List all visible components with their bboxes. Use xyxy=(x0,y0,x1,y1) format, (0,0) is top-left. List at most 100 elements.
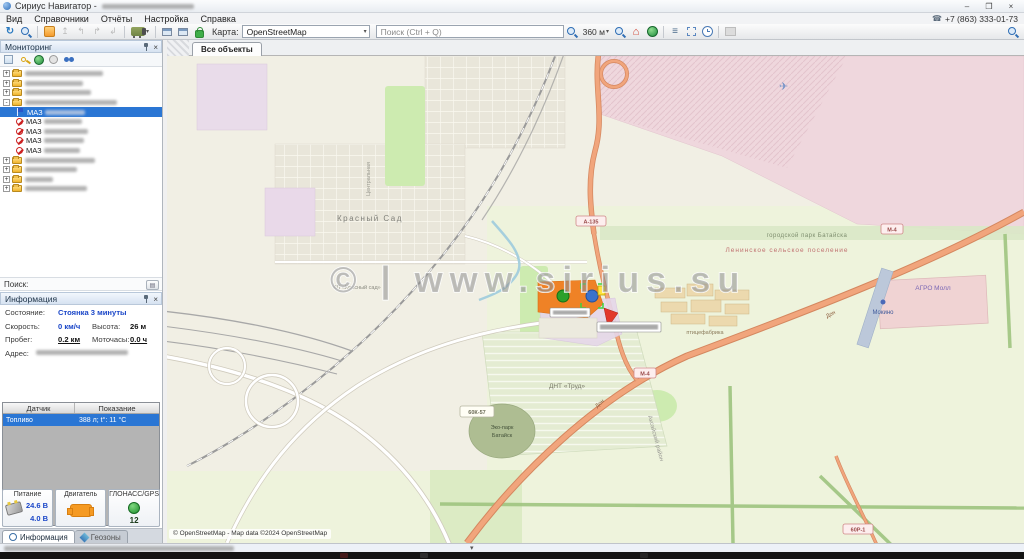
map-provider-select[interactable]: OpenStreetMap ▾ xyxy=(242,25,370,38)
tree-folder[interactable]: + xyxy=(0,155,162,165)
tree-folder[interactable]: + xyxy=(0,184,162,194)
search-options-icon[interactable]: ▤ xyxy=(146,280,159,290)
globe-icon[interactable] xyxy=(645,25,659,39)
close-panel-icon[interactable]: × xyxy=(153,43,158,52)
refresh-icon[interactable]: ↻ xyxy=(3,25,17,39)
search-object-icon[interactable] xyxy=(19,25,33,39)
tree-folder-expanded[interactable]: - xyxy=(0,98,162,108)
status-dropdown-icon[interactable]: ▾ xyxy=(470,544,474,552)
home-icon[interactable]: ⌂ xyxy=(629,25,643,39)
tree-vehicle-selected[interactable]: МАЗ xyxy=(0,107,162,117)
tree-vehicle[interactable]: МАЗ xyxy=(0,146,162,156)
scale-value: 360 м xyxy=(583,27,605,37)
pin-icon[interactable] xyxy=(143,43,149,52)
power-voltage-main: 24.6 В xyxy=(26,501,48,510)
address-value-blurred xyxy=(36,350,128,355)
menu-directories[interactable]: Справочники xyxy=(28,14,95,24)
binoculars-icon[interactable] xyxy=(63,54,74,65)
disabled-panel-icon xyxy=(723,25,737,39)
show-on-map-icon[interactable] xyxy=(33,54,44,65)
vehicle-menu-icon[interactable]: ▾ xyxy=(129,25,151,39)
close-panel-icon[interactable]: × xyxy=(153,295,158,304)
sensor-value: 388 л; t°: 11 °C xyxy=(75,417,159,424)
svg-text:городской парк Батайска: городской парк Батайска xyxy=(767,232,848,239)
app-icon xyxy=(3,2,11,10)
fullscreen-icon[interactable] xyxy=(684,25,698,39)
status-icon[interactable] xyxy=(48,54,59,65)
svg-text:А-135: А-135 xyxy=(584,220,599,226)
gps-label: ГЛОНАСС/GPS xyxy=(109,491,159,498)
tab-information[interactable]: Информация xyxy=(2,530,75,543)
gps-gauge: ГЛОНАСС/GPS 12 xyxy=(108,489,160,527)
geozone-icon xyxy=(79,532,89,542)
tree-folder[interactable]: + xyxy=(0,79,162,89)
mileage-value[interactable]: 0.2 км xyxy=(58,335,80,344)
sensor-name: Топливо xyxy=(3,417,75,424)
value-col-header[interactable]: Показание xyxy=(75,403,159,413)
tab-geozones[interactable]: Геозоны xyxy=(75,530,128,543)
monitoring-toolbar xyxy=(0,53,162,67)
tree-folder[interactable]: + xyxy=(0,88,162,98)
scale-select[interactable]: 360 м ▾ xyxy=(580,27,612,37)
geozone-tool-icon[interactable] xyxy=(42,25,56,39)
tree-vehicle[interactable]: МАЗ xyxy=(0,117,162,127)
state-label: Состояние: xyxy=(5,308,45,317)
zoom-out-icon[interactable] xyxy=(613,25,627,39)
vehicle-label: МАЗ xyxy=(26,136,42,145)
svg-text:АГРО Молл: АГРО Молл xyxy=(915,285,951,292)
tree-vehicle[interactable]: МАЗ xyxy=(0,136,162,146)
sensor-table-header: Датчик Показание xyxy=(3,403,159,414)
svg-text:Батайск: Батайск xyxy=(492,432,513,439)
mileage-label: Пробег: xyxy=(5,335,32,344)
battery-icon xyxy=(5,501,23,516)
tree-folder[interactable]: + xyxy=(0,175,162,185)
maximize-button[interactable]: ❒ xyxy=(978,0,1000,12)
vehicle-label: МАЗ xyxy=(26,146,42,155)
zoom-in-icon[interactable] xyxy=(565,25,579,39)
power-label: Питание xyxy=(3,491,52,498)
key-icon[interactable] xyxy=(18,54,29,65)
svg-text:Центральная: Центральная xyxy=(366,162,372,196)
menu-bar: Вид Справочники Отчёты Настройка Справка… xyxy=(0,13,1024,24)
taskbar-icon xyxy=(340,553,348,558)
search-input[interactable] xyxy=(376,25,564,38)
tree-folder[interactable]: + xyxy=(0,69,162,79)
history-clock-icon[interactable] xyxy=(700,25,714,39)
main-toolbar: ↻ ↥ ↰ ↱ ↲ ▾ Карта: OpenStreetMap ▾ 360 м… xyxy=(0,24,1024,40)
menu-reports[interactable]: Отчёты xyxy=(95,14,138,24)
close-button[interactable]: × xyxy=(1000,0,1022,12)
window-layout2-icon[interactable] xyxy=(176,25,190,39)
sensor-col-header[interactable]: Датчик xyxy=(3,403,75,413)
minimize-button[interactable]: – xyxy=(956,0,978,12)
agro-mall: АГРО Молл xyxy=(878,275,988,329)
menu-settings[interactable]: Настройка xyxy=(138,14,194,24)
tree-folder[interactable]: + xyxy=(0,165,162,175)
lock-icon[interactable] xyxy=(192,25,206,39)
map-corner-hatch xyxy=(167,40,189,56)
speed-label: Скорость: xyxy=(5,322,40,331)
map-canvas[interactable]: Эко-парк Батайск xyxy=(167,56,1024,543)
map-attribution: © OpenStreetMap - Map data ©2024 OpenStr… xyxy=(169,529,331,539)
tree-vehicle[interactable]: МАЗ xyxy=(0,127,162,137)
menu-view[interactable]: Вид xyxy=(0,14,28,24)
clock-icon xyxy=(9,533,17,541)
menu-help[interactable]: Справка xyxy=(195,14,242,24)
quick-search-icon[interactable] xyxy=(1006,25,1020,39)
vehicle-label: МАЗ xyxy=(26,117,42,126)
pin-icon[interactable] xyxy=(143,295,149,304)
list-icon[interactable]: ≡ xyxy=(668,25,682,39)
place-marker[interactable] xyxy=(881,300,886,305)
speed-value: 0 км/ч xyxy=(58,322,80,331)
layers-icon[interactable] xyxy=(3,54,14,65)
chevron-down-icon: ▾ xyxy=(606,28,609,35)
support-phone: ☎ +7 (863) 333-01-73 xyxy=(932,13,1018,24)
map-tab-all-objects[interactable]: Все объекты xyxy=(192,42,262,57)
window-layout-icon[interactable] xyxy=(160,25,174,39)
left-panel: Мониторинг × + + + - МАЗ МАЗ МАЗ МАЗ МАЗ… xyxy=(0,40,163,543)
altitude-value: 26 м xyxy=(130,322,146,331)
status-text-blurred xyxy=(4,546,234,551)
hours-value[interactable]: 0.0 ч xyxy=(130,335,147,344)
phone-number: +7 (863) 333-01-73 xyxy=(945,14,1018,24)
search-row: Поиск: ▤ xyxy=(0,277,162,291)
table-row[interactable]: Топливо 388 л; t°: 11 °C xyxy=(3,414,159,426)
